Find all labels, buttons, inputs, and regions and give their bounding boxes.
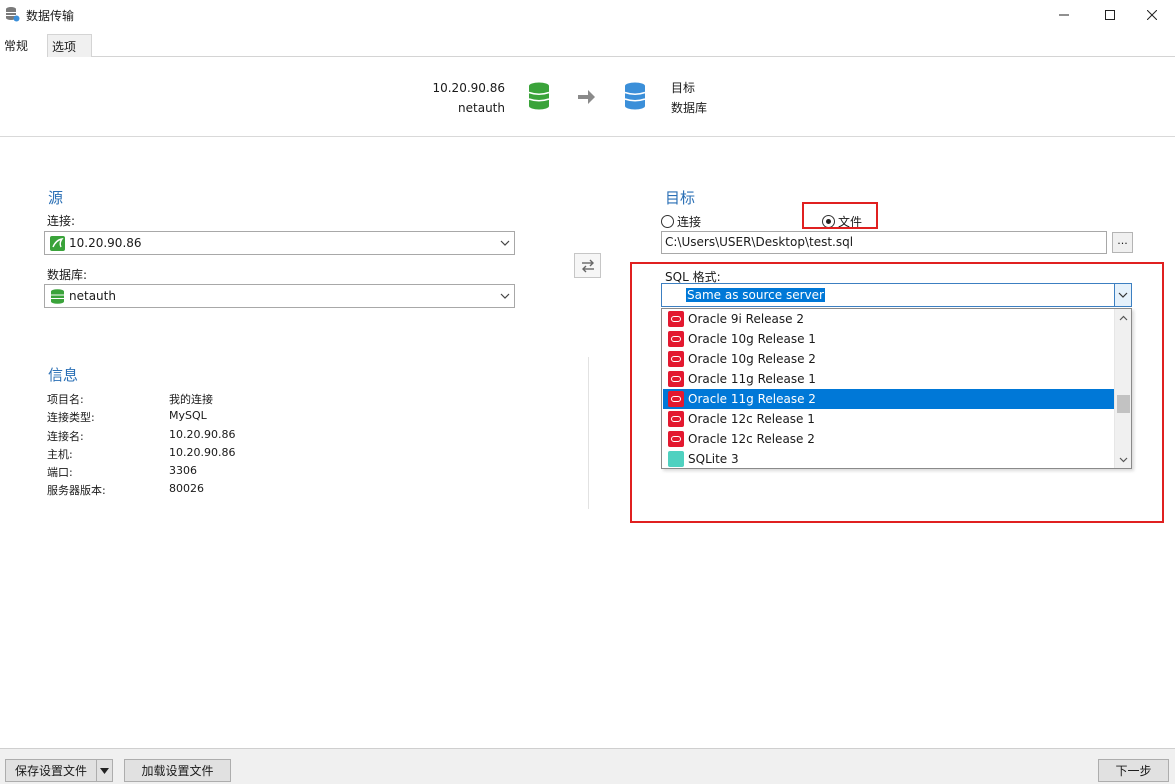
- list-item-label: Oracle 11g Release 2: [688, 392, 816, 406]
- info-key: 项目名:: [47, 393, 84, 406]
- info-value: 我的连接: [169, 393, 213, 406]
- tab-options[interactable]: 选项: [47, 34, 92, 57]
- oracle-icon: [668, 311, 684, 327]
- oracle-icon: [668, 371, 684, 387]
- source-database-value: netauth: [69, 289, 116, 303]
- list-item[interactable]: Oracle 12c Release 2: [663, 429, 1115, 449]
- list-item-label: SQLite 3: [688, 452, 739, 466]
- info-value: 80026: [169, 482, 204, 495]
- database-icon: [6, 7, 20, 22]
- source-database-icon: [528, 82, 550, 110]
- sql-format-dropdown-list: Oracle 9i Release 2 Oracle 10g Release 1…: [661, 308, 1132, 469]
- minimize-button[interactable]: [1041, 0, 1087, 30]
- header-target-line1: 目标: [671, 81, 696, 95]
- tab-strip: 常规 选项: [0, 32, 1175, 57]
- chevron-up-icon: [1119, 315, 1128, 320]
- oracle-icon: [668, 411, 684, 427]
- oracle-icon: [668, 431, 684, 447]
- title-bar: 数据传输: [0, 0, 1175, 30]
- connection-label: 连接:: [47, 214, 76, 228]
- database-icon: [51, 289, 64, 304]
- radio-connection-label: 连接: [677, 215, 702, 229]
- save-profile-button[interactable]: 保存设置文件: [5, 759, 97, 782]
- source-title: 源: [48, 189, 64, 207]
- sql-format-dropdown-button[interactable]: [1114, 284, 1131, 306]
- scroll-thumb[interactable]: [1117, 395, 1130, 413]
- list-item-selected[interactable]: Oracle 11g Release 2: [663, 389, 1115, 409]
- chevron-down-icon: [500, 240, 510, 246]
- info-key: 端口:: [47, 466, 73, 479]
- tab-general[interactable]: 常规: [0, 32, 47, 57]
- file-path-input[interactable]: C:\Users\USER\Desktop\test.sql: [661, 231, 1107, 254]
- oracle-icon: [668, 391, 684, 407]
- caret-down-icon: [100, 767, 109, 774]
- close-icon: [1147, 10, 1157, 20]
- info-key: 连接名:: [47, 430, 84, 443]
- database-label: 数据库:: [47, 268, 88, 282]
- list-item-label: Oracle 10g Release 2: [688, 352, 816, 366]
- footer-bar: 保存设置文件 加载设置文件 下一步: [0, 748, 1175, 784]
- oracle-icon: [668, 331, 684, 347]
- section-divider: [588, 357, 589, 509]
- swap-icon: [581, 259, 594, 272]
- transfer-header: 10.20.90.86 netauth 目标 数据库: [0, 58, 1175, 137]
- scroll-up-button[interactable]: [1115, 309, 1132, 326]
- radio-connection[interactable]: 连接: [661, 213, 701, 230]
- sql-format-value: Same as source server: [686, 288, 825, 302]
- save-profile-dropdown-button[interactable]: [96, 759, 113, 782]
- close-button[interactable]: [1129, 0, 1175, 30]
- chevron-down-icon: [1118, 292, 1128, 298]
- annotation-highlight-file: [802, 202, 878, 229]
- list-item[interactable]: Oracle 11g Release 1: [663, 369, 1115, 389]
- list-item-label: Oracle 12c Release 2: [688, 432, 815, 446]
- source-connection-select[interactable]: 10.20.90.86: [44, 231, 515, 255]
- info-value: MySQL: [169, 409, 207, 422]
- list-item-label: Oracle 10g Release 1: [688, 332, 816, 346]
- info-value: 3306: [169, 464, 197, 477]
- source-database-select[interactable]: netauth: [44, 284, 515, 308]
- target-database-icon: [624, 82, 646, 110]
- sqlite-icon: [668, 451, 684, 467]
- chevron-down-icon: [500, 293, 510, 299]
- header-target-line2: 数据库: [671, 101, 708, 115]
- window-title: 数据传输: [26, 9, 75, 23]
- header-target: 目标 数据库: [671, 78, 707, 118]
- header-source-db: netauth: [458, 101, 505, 115]
- info-key: 主机:: [47, 448, 73, 461]
- info-key: 服务器版本:: [47, 484, 106, 497]
- load-profile-button[interactable]: 加载设置文件: [124, 759, 231, 782]
- browse-button[interactable]: ...: [1112, 232, 1133, 253]
- maximize-button[interactable]: [1087, 0, 1133, 30]
- header-source-host: 10.20.90.86: [432, 81, 505, 95]
- dropdown-scrollbar[interactable]: [1114, 309, 1131, 468]
- list-item[interactable]: Oracle 10g Release 2: [663, 349, 1115, 369]
- list-item[interactable]: SQLite 3: [663, 449, 1115, 469]
- chevron-down-icon: [1119, 457, 1128, 462]
- list-item[interactable]: Oracle 12c Release 1: [663, 409, 1115, 429]
- radio-circle: [661, 215, 674, 228]
- list-item-label: Oracle 12c Release 1: [688, 412, 815, 426]
- info-key: 连接类型:: [47, 411, 95, 424]
- list-item-label: Oracle 11g Release 1: [688, 372, 816, 386]
- list-item[interactable]: Oracle 10g Release 1: [663, 329, 1115, 349]
- header-source: 10.20.90.86 netauth: [432, 78, 505, 118]
- info-title: 信息: [48, 366, 79, 384]
- info-value: 10.20.90.86: [169, 428, 236, 441]
- mysql-connection-icon: [50, 236, 65, 251]
- sql-format-select[interactable]: Same as source server: [661, 283, 1132, 307]
- info-value: 10.20.90.86: [169, 446, 236, 459]
- minimize-icon: [1059, 14, 1069, 16]
- maximize-icon: [1105, 10, 1115, 20]
- swap-button[interactable]: [574, 253, 601, 278]
- arrow-right-icon: [578, 90, 595, 104]
- list-item-label: Oracle 9i Release 2: [688, 312, 804, 326]
- source-connection-value: 10.20.90.86: [69, 236, 142, 250]
- next-button[interactable]: 下一步: [1098, 759, 1169, 782]
- oracle-icon: [668, 351, 684, 367]
- scroll-down-button[interactable]: [1115, 451, 1132, 468]
- list-item[interactable]: Oracle 9i Release 2: [663, 309, 1115, 329]
- target-title: 目标: [665, 189, 696, 207]
